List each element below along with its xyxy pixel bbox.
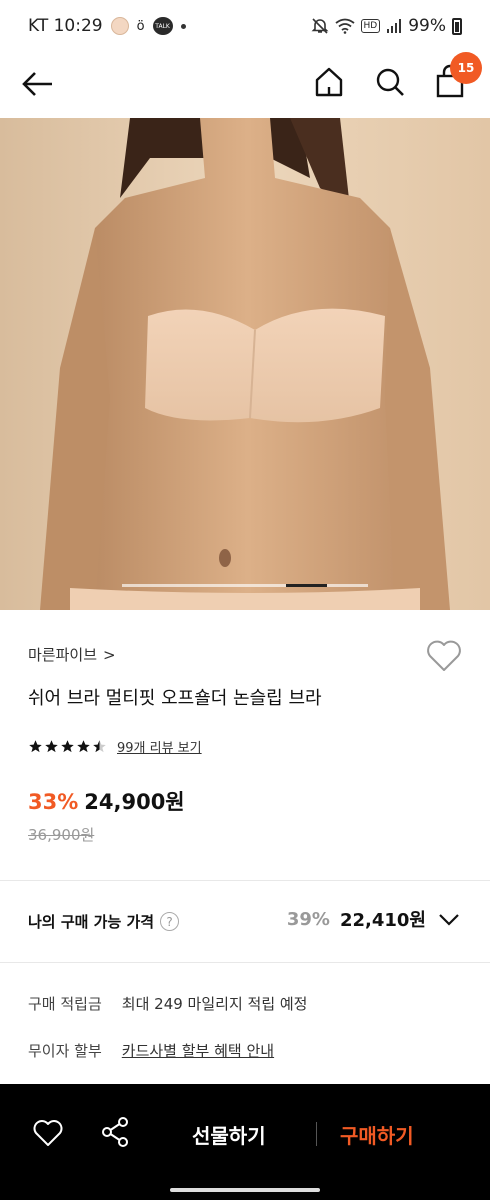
wifi-icon: [334, 18, 355, 34]
points-label: 구매 적립금: [28, 995, 102, 1013]
chevron-down-icon: [439, 914, 459, 926]
points-row: 구매 적립금 최대 249 마일리지 적립 예정: [28, 993, 308, 1014]
bottom-action-bar: 선물하기 구매하기: [0, 1084, 490, 1184]
my-discount-rate: 39%: [286, 908, 330, 930]
divider: [0, 962, 490, 963]
brand-link[interactable]: 마른파이브 >: [28, 644, 116, 665]
search-icon[interactable]: [370, 62, 410, 102]
gift-button[interactable]: 선물하기: [192, 1120, 266, 1149]
product-photo: [0, 118, 490, 610]
price-row: 33% 24,900원: [28, 786, 185, 816]
back-arrow-icon[interactable]: [18, 64, 58, 104]
thread-notification-icon: ö: [136, 18, 145, 34]
product-image[interactable]: [0, 118, 490, 610]
installment-label: 무이자 할부: [28, 1042, 102, 1060]
brand-name: 마른파이브: [28, 646, 98, 664]
installment-row: 무이자 할부 카드사별 할부 혜택 안내: [28, 1040, 274, 1061]
buy-button[interactable]: 구매하기: [340, 1120, 414, 1149]
discount-rate: 33%: [28, 790, 79, 814]
star-icon: [77, 740, 90, 753]
star-icon: [29, 740, 42, 753]
my-price-toggle[interactable]: 39% 22,410원: [287, 906, 462, 932]
star-icon: [61, 740, 74, 753]
original-price: 36,900원: [28, 826, 95, 844]
star-rating: [28, 739, 107, 754]
system-nav-bar: [0, 1184, 490, 1200]
signal-icon: [387, 19, 402, 33]
top-nav: 15: [0, 52, 490, 118]
face-notification-icon: [110, 17, 129, 35]
my-price-label-text: 나의 구매 가능 가격: [28, 913, 155, 931]
carrier-time: KT 10:29: [28, 16, 103, 36]
star-icon: [45, 740, 58, 753]
more-notifications-icon: [180, 23, 186, 29]
divider: [0, 880, 490, 881]
sale-price: 24,900원: [84, 790, 185, 814]
rating-row: 99개 리뷰 보기: [28, 737, 202, 756]
heart-icon[interactable]: [32, 1118, 64, 1148]
status-bar: KT 10:29 ö TALK HD 99%: [0, 0, 490, 52]
review-link[interactable]: 99개 리뷰 보기: [117, 737, 202, 756]
bottom-bar-separator: [316, 1122, 317, 1146]
my-price-value: 22,410원: [339, 910, 426, 931]
hd-voice-icon: HD: [360, 19, 381, 33]
home-gesture-pill[interactable]: [170, 1188, 320, 1192]
home-icon[interactable]: [310, 62, 348, 102]
half-star-icon: [93, 740, 106, 753]
installment-link[interactable]: 카드사별 할부 혜택 안내: [122, 1040, 274, 1061]
battery-percent: 99%: [408, 16, 446, 36]
mute-icon: [311, 18, 328, 34]
talk-notification-icon: TALK: [152, 17, 173, 35]
my-price-label: 나의 구매 가능 가격 ?: [28, 911, 180, 932]
points-value: 최대 249 마일리지 적립 예정: [121, 995, 308, 1013]
wishlist-heart-icon[interactable]: [424, 638, 464, 674]
carousel-active-segment: [286, 584, 327, 587]
help-icon[interactable]: ?: [160, 912, 180, 931]
cart-count-badge: 15: [450, 52, 482, 84]
product-title: 쉬어 브라 멀티핏 오프숄더 논슬립 브라: [28, 688, 322, 709]
chevron-right-icon: >: [103, 645, 116, 664]
share-icon[interactable]: [100, 1116, 130, 1148]
battery-icon: [452, 17, 462, 35]
carousel-indicator: [122, 584, 368, 587]
